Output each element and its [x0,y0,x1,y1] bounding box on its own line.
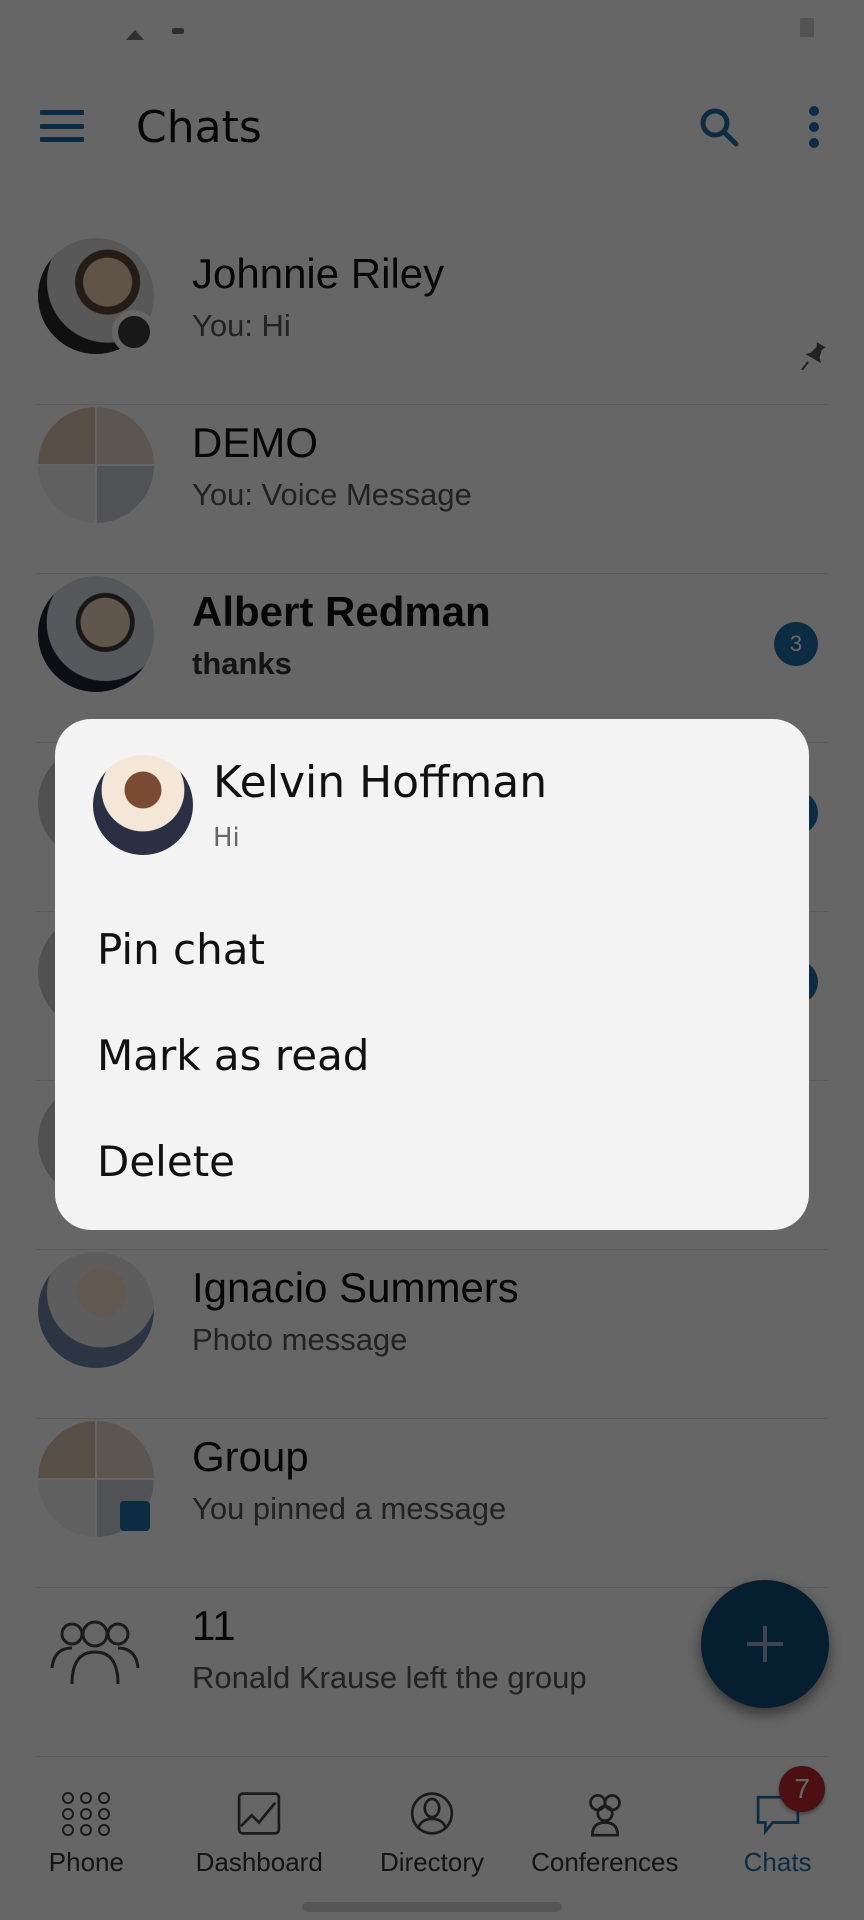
chat-context-menu: Kelvin Hoffman Hi Pin chat Mark as read … [55,719,809,1230]
chats-screen: Chats Johnnie Riley You: Hi DEMO You: Vo… [0,0,864,1920]
delete-menu-item[interactable]: Delete [55,1111,809,1211]
contact-avatar [93,755,193,855]
contact-name: Kelvin Hoffman [213,757,548,808]
contact-preview: Hi [213,823,240,853]
mark-as-read-menu-item[interactable]: Mark as read [55,1005,809,1105]
pin-chat-menu-item[interactable]: Pin chat [55,899,809,999]
